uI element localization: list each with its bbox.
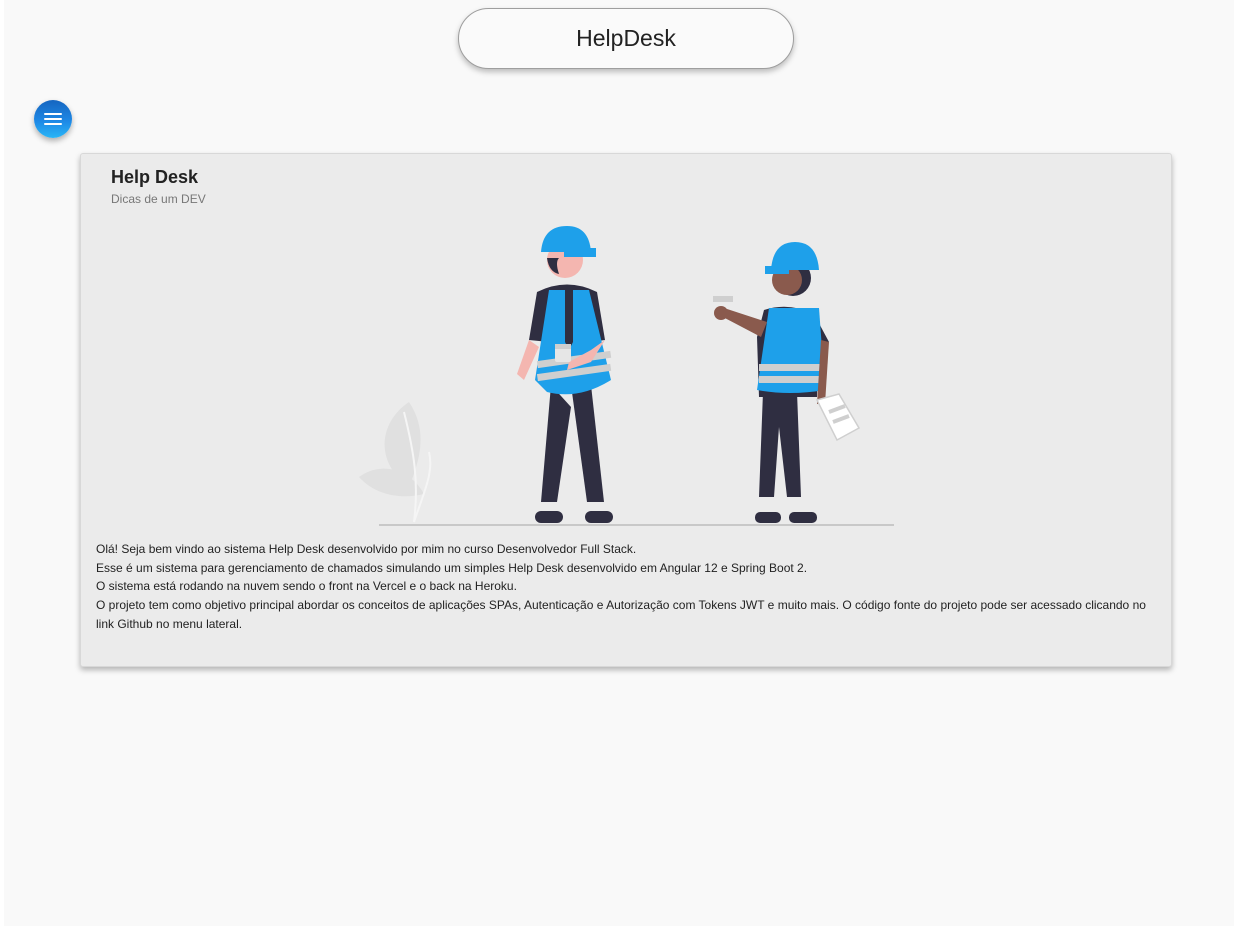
plant-decoration (359, 402, 432, 523)
worker-left (517, 226, 613, 523)
menu-button[interactable] (34, 100, 72, 138)
paragraph-system: Esse é um sistema para gerenciamento de … (96, 560, 808, 575)
menu-icon (44, 113, 62, 125)
paragraph-hosting: O sistema está rodando na nuvem sendo o … (96, 579, 517, 594)
worker-right (713, 242, 861, 523)
workers-illustration (359, 226, 894, 526)
paragraph-objective: O projeto tem como objetivo principal ab… (96, 598, 1146, 631)
card-description: Olá! Seja bem vindo ao sistema Help Desk… (96, 540, 1156, 634)
app-title: HelpDesk (458, 8, 794, 69)
card-subtitle: Dicas de um DEV (111, 192, 206, 206)
page-background: HelpDesk Help Desk Dicas de um DEV Olá! … (4, 0, 1234, 926)
card-title: Help Desk (111, 167, 199, 187)
welcome-card: Help Desk Dicas de um DEV Olá! Seja bem … (80, 153, 1172, 667)
paragraph-welcome: Olá! Seja bem vindo ao sistema Help Desk… (96, 542, 637, 556)
